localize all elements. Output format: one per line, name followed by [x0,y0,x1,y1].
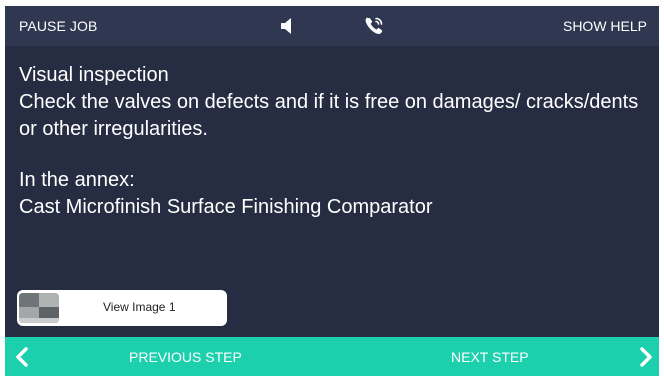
annex-item: Cast Microfinish Surface Finishing Compa… [19,196,433,218]
next-step-button[interactable]: NEXT STEP [451,349,529,365]
speaker-icon[interactable] [280,17,294,35]
previous-step-button[interactable]: PREVIOUS STEP [129,349,242,365]
chevron-right-icon[interactable] [639,347,653,367]
show-help-button[interactable]: SHOW HELP [563,18,647,34]
view-image-button[interactable]: View Image 1 [17,290,227,326]
top-notch [313,6,357,16]
chevron-left-icon[interactable] [15,347,29,367]
bottom-navigation-bar: PREVIOUS STEP NEXT STEP [5,337,659,376]
phone-icon[interactable] [362,14,386,38]
step-instructions: Check the valves on defects and if it is… [19,91,639,140]
step-title: Visual inspection [19,64,169,86]
annex-label: In the annex: [19,169,135,191]
top-bar: PAUSE JOB SHOW HELP [5,6,659,46]
step-content: Visual inspection Check the valves on de… [19,62,649,221]
view-image-label: View Image 1 [103,300,176,314]
image-thumbnail [19,293,59,323]
pause-job-button[interactable]: PAUSE JOB [19,18,97,34]
app-screen: PAUSE JOB SHOW HELP Visual inspection Ch… [5,6,659,376]
